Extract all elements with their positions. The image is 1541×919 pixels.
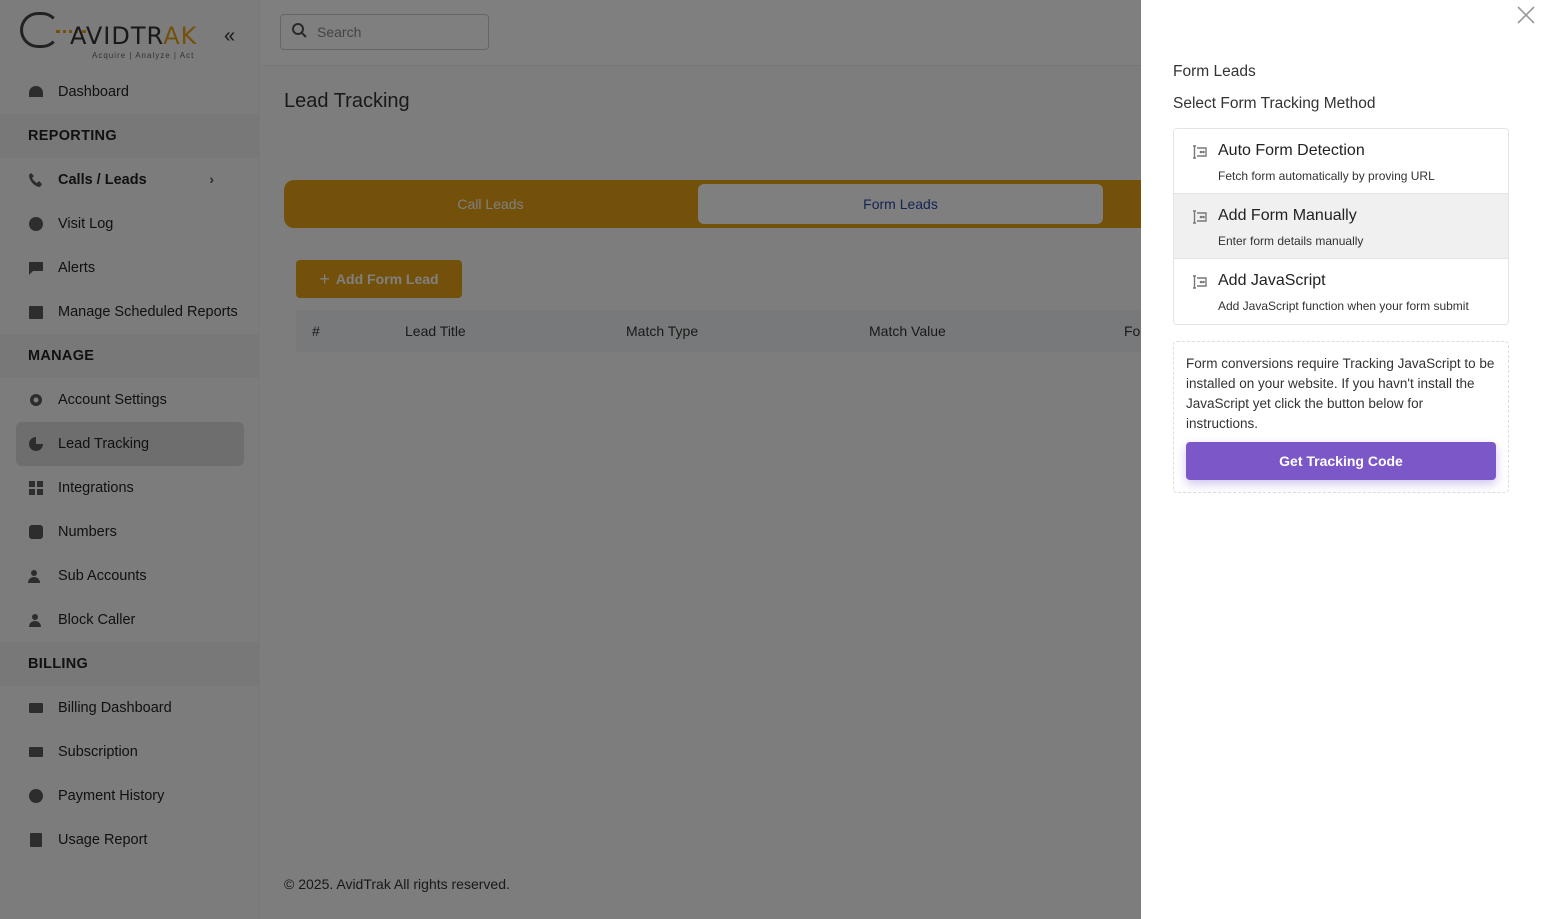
drawer-subtitle: Select Form Tracking Method: [1173, 95, 1376, 112]
tracking-info-box: Form conversions require Tracking JavaSc…: [1173, 341, 1509, 493]
method-description: Add JavaScript function when your form s…: [1218, 299, 1469, 313]
method-description: Fetch form automatically by proving URL: [1218, 169, 1435, 183]
method-add-javascript[interactable]: Add JavaScript Add JavaScript function w…: [1174, 259, 1508, 324]
drawer-title: Form Leads: [1173, 63, 1256, 80]
tracking-info-text: Form conversions require Tracking JavaSc…: [1186, 356, 1495, 431]
method-title: Add Form Manually: [1218, 207, 1357, 224]
close-icon[interactable]: [1515, 4, 1537, 26]
method-title: Add JavaScript: [1218, 272, 1326, 289]
get-tracking-code-button[interactable]: Get Tracking Code: [1186, 442, 1496, 480]
form-input-icon: [1190, 144, 1208, 160]
method-auto-form-detection[interactable]: Auto Form Detection Fetch form automatic…: [1174, 129, 1508, 194]
form-input-icon: [1190, 274, 1208, 290]
method-title: Auto Form Detection: [1218, 142, 1365, 159]
tracking-method-list: Auto Form Detection Fetch form automatic…: [1173, 128, 1509, 325]
form-input-icon: [1190, 209, 1208, 225]
form-leads-drawer: Form Leads Select Form Tracking Method A…: [1141, 0, 1541, 919]
modal-backdrop[interactable]: [0, 0, 1141, 919]
method-add-form-manually[interactable]: Add Form Manually Enter form details man…: [1174, 194, 1508, 259]
method-description: Enter form details manually: [1218, 234, 1364, 248]
